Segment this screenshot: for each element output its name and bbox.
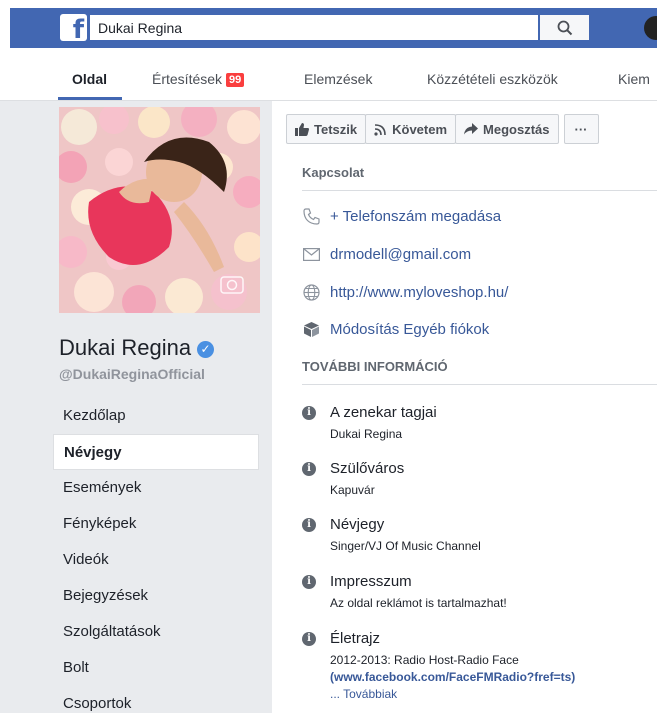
- tab-insights[interactable]: Elemzések: [304, 71, 372, 87]
- follow-button-label: Követem: [392, 121, 448, 137]
- search-icon: [557, 20, 572, 35]
- verified-badge-icon: ✓: [197, 341, 215, 358]
- active-tab-indicator: [58, 97, 122, 100]
- thumbs-up-icon: [295, 122, 309, 136]
- sidebar-item-shop[interactable]: Bolt: [53, 650, 259, 686]
- logo-letter: f: [72, 15, 84, 41]
- info-value: 2012-2013: Radio Host-Radio Face: [330, 653, 519, 667]
- info-item-biography: i Életrajz 2012-2013: Radio Host-Radio Fa…: [302, 630, 575, 703]
- info-item-about: i Névjegy Singer/VJ Of Music Channel: [302, 516, 481, 555]
- share-button-label: Megosztás: [483, 121, 550, 137]
- search-input[interactable]: [90, 15, 538, 40]
- like-button-label: Tetszik: [314, 121, 358, 137]
- more-dots-icon: ···: [574, 121, 588, 137]
- phone-icon: [302, 207, 320, 225]
- info-value: Singer/VJ Of Music Channel: [330, 539, 481, 553]
- info-value: Dukai Regina: [330, 427, 403, 441]
- more-options-button[interactable]: ···: [563, 114, 599, 144]
- email-text: drmodell@gmail.com: [330, 245, 472, 263]
- tab-promote[interactable]: Kiem: [618, 71, 650, 87]
- more-info-heading: TOVÁBBI INFORMÁCIÓ: [302, 359, 448, 374]
- biography-link[interactable]: www.facebook.com/FaceFMRadio?fref=ts: [334, 670, 571, 684]
- info-item-band-members: i A zenekar tagjai Dukai Regina: [302, 404, 437, 443]
- page-username[interactable]: @DukaiReginaOfficial: [59, 366, 205, 382]
- top-bar: f: [0, 0, 657, 57]
- other-accounts-text: Módosítás Egyéb fiókok: [330, 320, 490, 338]
- envelope-icon: [302, 245, 320, 263]
- website-text: http://www.myloveshop.hu/: [330, 283, 509, 301]
- tab-page[interactable]: Oldal: [72, 71, 107, 87]
- info-value: Kapuvár: [330, 483, 375, 497]
- cube-icon: [302, 320, 320, 338]
- profile-picture[interactable]: [59, 107, 260, 313]
- add-phone-text: + Telefonszám megadása: [330, 207, 502, 225]
- search-button[interactable]: [540, 15, 589, 40]
- sidebar-item-home[interactable]: Kezdőlap: [53, 398, 259, 434]
- info-icon: i: [302, 517, 316, 532]
- page-nav: Oldal Értesítések 99 Elemzések Közzététel…: [0, 57, 657, 101]
- sidebar-item-events[interactable]: Események: [53, 470, 259, 506]
- see-more-link[interactable]: ... Továbbiak: [330, 687, 397, 701]
- tab-notifications-label: Értesítések: [152, 71, 223, 87]
- info-icon: i: [302, 574, 316, 589]
- sidebar-item-groups[interactable]: Csoportok: [53, 686, 259, 722]
- info-title: Szülőváros: [330, 460, 405, 477]
- sidebar-item-videos[interactable]: Videók: [53, 542, 259, 578]
- info-title: Névjegy: [330, 516, 385, 533]
- info-item-hometown: i Szülőváros Kapuvár: [302, 460, 404, 499]
- action-bar: Tetszik Követem Megosztás ···: [286, 114, 599, 144]
- info-icon: i: [302, 461, 316, 476]
- sidebar-item-services[interactable]: Szolgáltatások: [53, 614, 259, 650]
- sidebar-item-about[interactable]: Névjegy: [53, 434, 259, 470]
- info-icon: i: [302, 631, 316, 646]
- like-button[interactable]: Tetszik: [286, 114, 367, 144]
- email-link[interactable]: drmodell@gmail.com: [302, 245, 471, 263]
- profile-photo-image: [59, 107, 260, 313]
- info-title: Életrajz: [330, 630, 381, 647]
- notification-badge: 99: [226, 73, 245, 87]
- info-item-impressum: i Impresszum Az oldal reklámot is tartalm…: [302, 573, 507, 612]
- globe-icon: [302, 283, 320, 301]
- sidebar-menu: Kezdőlap Névjegy Események Fényképek Vid…: [53, 398, 259, 722]
- info-icon: i: [302, 405, 316, 420]
- add-phone-link[interactable]: + Telefonszám megadása: [302, 207, 501, 225]
- follow-button[interactable]: Követem: [365, 114, 457, 144]
- divider: [302, 190, 657, 191]
- tab-notifications[interactable]: Értesítések 99: [152, 71, 245, 87]
- contact-heading: Kapcsolat: [302, 165, 365, 180]
- paren-close: ): [571, 670, 576, 684]
- info-value: Az oldal reklámot is tartalmazhat!: [330, 596, 507, 610]
- biography-text: 2012-2013: Radio Host-Radio Face (www.fa…: [330, 652, 575, 703]
- facebook-logo-icon[interactable]: f: [60, 14, 87, 41]
- page-title: Dukai Regina ✓: [59, 335, 215, 361]
- tab-publishing-tools[interactable]: Közzétételi eszközök: [427, 71, 558, 87]
- sidebar-item-photos[interactable]: Fényképek: [53, 506, 259, 542]
- info-title: Impresszum: [330, 573, 412, 590]
- share-arrow-icon: [464, 123, 479, 135]
- sidebar-item-posts[interactable]: Bejegyzések: [53, 578, 259, 614]
- info-title: A zenekar tagjai: [330, 404, 437, 421]
- edit-other-accounts-link[interactable]: Módosítás Egyéb fiókok: [302, 320, 489, 338]
- biography-link-line: (www.facebook.com/FaceFMRadio?fref=ts): [330, 669, 575, 686]
- rss-follow-icon: [374, 123, 386, 136]
- page-name-text: Dukai Regina: [59, 335, 192, 360]
- website-link[interactable]: http://www.myloveshop.hu/: [302, 283, 508, 301]
- divider: [302, 384, 657, 385]
- share-button[interactable]: Megosztás: [455, 114, 559, 144]
